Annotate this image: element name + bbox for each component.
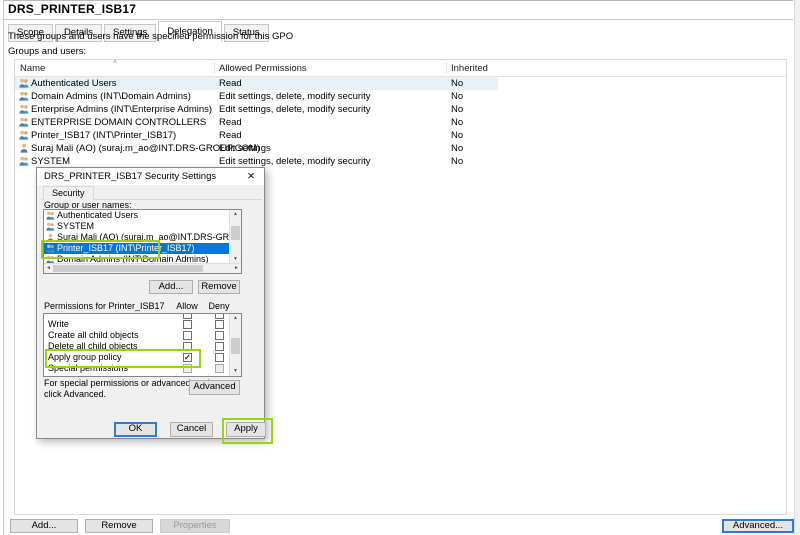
advanced-note-line2: click Advanced. [44,389,106,399]
deny-checkbox[interactable] [215,320,224,329]
row-inherited: No [451,129,463,142]
title-separator [4,19,793,20]
row-allowed-permissions: Edit settings, delete, modify security [219,90,371,103]
dialog-title: DRS_PRINTER_ISB17 Security Settings [44,171,216,182]
scroll-up-icon[interactable]: ▲ [230,314,241,323]
groups-table-header: Name ^ Allowed Permissions Inherited [15,60,786,77]
group-icon [19,78,29,88]
group-icon [19,130,29,140]
column-header-inherited[interactable]: Inherited [451,63,488,74]
row-inherited: No [451,116,463,129]
scroll-up-icon[interactable]: ▲ [230,210,241,219]
permission-row[interactable]: Write [44,319,230,330]
vertical-scrollbar[interactable]: ▲ ▼ [229,314,241,376]
pane-top-border [3,0,793,1]
column-divider[interactable] [446,62,447,74]
tab-security[interactable]: Security [43,186,94,200]
row-inherited: No [451,90,463,103]
row-inherited: No [451,155,463,168]
group-icon [19,104,29,114]
group-icon [19,117,29,127]
column-header-name[interactable]: Name [20,63,45,74]
permissions-for-label: Permissions for Printer_ISB17 [44,301,165,311]
pane-left-border [3,0,4,535]
group-icon [46,211,55,220]
ok-button[interactable]: OK [114,422,157,437]
row-allowed-permissions: Edit settings [219,142,271,155]
dialog-titlebar[interactable]: DRS_PRINTER_ISB17 Security Settings × [37,168,264,185]
table-row[interactable]: ENTERPRISE DOMAIN CONTROLLERS Read No [15,116,786,129]
allow-checkbox[interactable] [183,331,192,340]
gpmc-delegation-pane: DRS_PRINTER_ISB17 ScopeDetailsSettingsDe… [0,0,800,535]
annotation-selected-group [41,240,160,259]
horizontal-scrollbar[interactable]: ◄ ► [44,263,241,273]
groups-and-users-label: Groups and users: [8,46,86,57]
table-row[interactable]: Suraj Mali (AO) (suraj.m_ao@INT.DRS-GROU… [15,142,786,155]
row-allowed-permissions: Read [219,116,242,129]
dialog-remove-button[interactable]: Remove [198,280,240,294]
scrollbar-thumb[interactable] [231,338,240,354]
close-icon[interactable]: × [242,168,260,184]
list-item-label: Authenticated Users [57,210,138,221]
dialog-add-button[interactable]: Add... [149,280,193,294]
properties-button[interactable]: Properties [160,519,230,533]
column-header-allowed-permissions[interactable]: Allowed Permissions [219,63,307,74]
add-button[interactable]: Add... [10,519,78,533]
delegation-description: These groups and users have the specifie… [8,31,293,42]
remove-button[interactable]: Remove [85,519,153,533]
allow-column-header: Allow [173,301,201,311]
dialog-advanced-button[interactable]: Advanced [189,380,240,395]
annotation-apply-group-policy [45,349,201,368]
table-row[interactable]: Domain Admins (INT\Domain Admins) Edit se… [15,90,786,103]
user-icon [19,143,29,153]
annotation-apply-button [222,418,273,444]
deny-checkbox[interactable] [215,331,224,340]
gpo-title: DRS_PRINTER_ISB17 [8,2,136,16]
row-inherited: No [451,77,463,90]
row-allowed-permissions: Edit settings, delete, modify security [219,103,371,116]
deny-column-header: Deny [205,301,233,311]
group-icon [19,156,29,166]
vertical-scrollbar[interactable]: ▲ ▼ [229,210,241,264]
row-allowed-permissions: Read [219,77,242,90]
permission-label: Write [48,319,69,330]
permission-label: Create all child objects [48,330,139,341]
deny-checkbox [215,364,224,373]
deny-checkbox[interactable] [215,353,224,362]
allow-checkbox[interactable] [183,320,192,329]
row-name: ENTERPRISE DOMAIN CONTROLLERS [31,116,206,129]
table-row[interactable]: Enterprise Admins (INT\Enterprise Admins… [15,103,786,116]
table-row[interactable]: Authenticated Users Read No [15,77,498,90]
cancel-button[interactable]: Cancel [170,422,213,437]
list-item[interactable]: Authenticated Users [44,210,230,221]
scrollbar-thumb[interactable] [231,226,240,240]
deny-checkbox[interactable] [215,342,224,351]
list-item-label: SYSTEM [57,221,94,232]
row-allowed-permissions: Read [219,129,242,142]
row-name: Enterprise Admins (INT\Enterprise Admins… [31,103,212,116]
security-settings-dialog: DRS_PRINTER_ISB17 Security Settings × Se… [36,167,265,439]
row-inherited: No [451,103,463,116]
scroll-down-icon[interactable]: ▼ [230,367,241,376]
group-icon [46,222,55,231]
row-name: Domain Admins (INT\Domain Admins) [31,90,191,103]
sort-ascending-icon: ^ [113,59,117,68]
scroll-right-icon[interactable]: ► [232,264,241,273]
table-row[interactable]: Printer_ISB17 (INT\Printer_ISB17) Read No [15,129,786,142]
advanced-button-main[interactable]: Advanced... [722,519,794,533]
scrollbar-thumb[interactable] [53,265,203,272]
list-item[interactable]: SYSTEM [44,221,230,232]
permission-row[interactable]: Create all child objects [44,330,230,341]
row-name: Authenticated Users [31,77,117,90]
group-icon [19,91,29,101]
scroll-left-icon[interactable]: ◄ [44,264,53,273]
row-inherited: No [451,142,463,155]
column-divider[interactable] [214,62,215,74]
row-name: Printer_ISB17 (INT\Printer_ISB17) [31,129,176,142]
right-scroll-strip[interactable] [794,0,800,535]
